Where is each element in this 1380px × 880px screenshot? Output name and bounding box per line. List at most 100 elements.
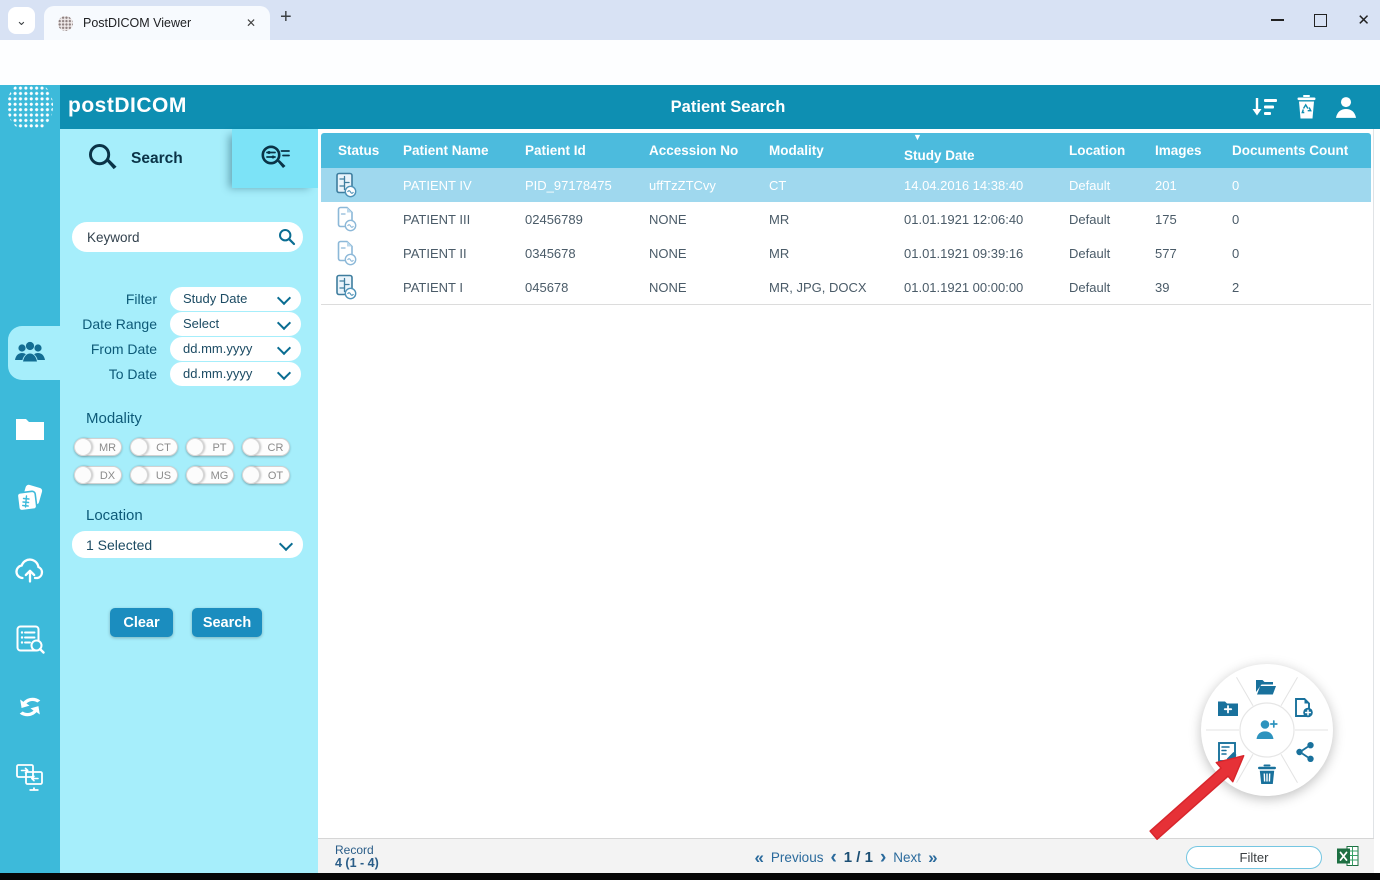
table-footer: Record 4 (1 - 4) « Previous ‹ 1 / 1 › Ne… xyxy=(318,838,1374,874)
modality-toggle-mg[interactable]: MG xyxy=(186,466,234,484)
col-patient-id[interactable]: Patient Id xyxy=(508,143,632,158)
tab-advanced-search[interactable] xyxy=(232,129,318,188)
sidebar-item-worklist[interactable] xyxy=(0,611,60,667)
first-page-icon[interactable]: « xyxy=(754,849,763,866)
col-patient-name[interactable]: Patient Name xyxy=(386,143,508,158)
keyword-input[interactable] xyxy=(72,222,303,252)
clear-button[interactable]: Clear xyxy=(110,608,173,637)
recycle-bin-icon[interactable] xyxy=(1295,95,1318,119)
modality-toggle-cr[interactable]: CR xyxy=(242,438,290,456)
sidebar-item-folders[interactable] xyxy=(0,401,60,457)
chevron-down-icon xyxy=(276,340,292,356)
next-page-button[interactable]: Next xyxy=(893,850,921,865)
toggle-knob xyxy=(242,438,260,456)
share-action-icon[interactable] xyxy=(1296,742,1314,762)
open-folder-action-icon[interactable] xyxy=(1256,680,1276,695)
postdicom-viewer-window: ⌄ PostDICOM Viewer ✕ + ✕ ← → ↻ germany.p… xyxy=(0,0,1380,880)
modality-toggle-ct[interactable]: CT xyxy=(130,438,178,456)
sidebar-item-cloud-upload[interactable] xyxy=(0,541,60,597)
browser-tab[interactable]: PostDICOM Viewer ✕ xyxy=(44,6,270,40)
search-button[interactable]: Search xyxy=(192,608,262,637)
tab-close-icon[interactable]: ✕ xyxy=(242,14,260,32)
filter-select[interactable]: Study Date xyxy=(170,287,301,311)
sidebar-item-sync[interactable] xyxy=(0,679,60,735)
app-logo-text: postDICOM xyxy=(68,94,187,117)
table-header: Status Patient Name Patient Id Accession… xyxy=(321,132,1371,168)
record-label: Record xyxy=(335,843,374,857)
new-tab-button[interactable]: + xyxy=(280,6,292,29)
next-page-icon[interactable]: › xyxy=(880,848,886,867)
browser-toolbar: ← → ↻ germany.postdicom.com/Viewer/Main … xyxy=(0,40,1380,119)
location-label: Location xyxy=(86,507,143,524)
col-accession-no[interactable]: Accession No xyxy=(632,143,752,158)
previous-page-button[interactable]: Previous xyxy=(771,850,824,865)
remote-transfer-icon xyxy=(16,764,43,791)
search-tab-label: Search xyxy=(131,149,183,167)
app-header: postDICOM Patient Search xyxy=(0,80,1380,132)
prev-page-icon[interactable]: ‹ xyxy=(830,848,836,867)
search-tab-icon xyxy=(89,144,117,170)
add-folder-action-icon[interactable] xyxy=(1218,701,1238,717)
record-range: 4 (1 - 4) xyxy=(335,856,379,870)
from-date-select[interactable]: dd.mm.yyyy xyxy=(170,337,301,361)
modality-label: Modality xyxy=(86,410,142,427)
modality-toggle-dx[interactable]: DX xyxy=(74,466,122,484)
toggle-knob xyxy=(130,438,148,456)
edit-report-action-icon[interactable] xyxy=(1218,742,1237,763)
sidebar-item-patients[interactable] xyxy=(0,325,60,381)
advanced-search-icon xyxy=(261,145,290,168)
modality-toggle-us[interactable]: US xyxy=(130,466,178,484)
window-maximize-icon[interactable] xyxy=(1314,13,1328,27)
chevron-down-icon xyxy=(276,290,292,306)
filter-button[interactable]: Filter xyxy=(1186,846,1322,869)
date-range-select[interactable]: Select xyxy=(170,312,301,336)
location-select[interactable]: 1 Selected xyxy=(72,531,303,558)
last-page-icon[interactable]: » xyxy=(928,849,937,866)
table-row[interactable]: PATIENT III 02456789 NONE MR 01.01.1921 … xyxy=(321,202,1371,237)
sidebar-item-images[interactable] xyxy=(0,471,60,527)
excel-export-icon[interactable] xyxy=(1336,844,1360,868)
table-row[interactable]: PATIENT II 0345678 NONE MR 01.01.1921 09… xyxy=(321,236,1371,271)
tab-search-chevron-icon[interactable]: ⌄ xyxy=(8,7,35,34)
table-row[interactable]: PATIENT IV PID_97178475 uffTzZTCvy CT 14… xyxy=(321,168,1371,203)
toggle-knob xyxy=(130,466,148,484)
delete-action-icon[interactable] xyxy=(1258,764,1276,785)
col-study-date[interactable]: ▼ Study Date xyxy=(887,132,1052,163)
col-status[interactable]: Status xyxy=(321,143,386,158)
page-title: Patient Search xyxy=(670,98,786,116)
radial-action-menu xyxy=(1197,660,1337,800)
window-bottom-edge xyxy=(0,873,1380,880)
col-documents-count[interactable]: Documents Count xyxy=(1215,143,1371,158)
to-date-label: To Date xyxy=(108,366,157,382)
date-range-label: Date Range xyxy=(82,316,157,332)
sidebar-item-remote-transfer[interactable] xyxy=(0,749,60,805)
patients-group-icon xyxy=(15,341,45,362)
chevron-down-icon xyxy=(276,315,292,331)
postdicom-favicon-icon xyxy=(58,15,73,31)
window-minimize-icon[interactable] xyxy=(1271,19,1285,21)
from-date-label: From Date xyxy=(90,341,157,357)
cloud-upload-icon xyxy=(15,558,44,583)
col-images[interactable]: Images xyxy=(1138,143,1215,158)
sync-arrows-icon xyxy=(19,697,41,717)
col-modality[interactable]: Modality xyxy=(752,143,887,158)
modality-toggle-pt[interactable]: PT xyxy=(186,438,234,456)
modality-toggle-mr[interactable]: MR xyxy=(74,438,122,456)
toggle-knob xyxy=(186,438,204,456)
modality-toggle-ot[interactable]: OT xyxy=(242,466,290,484)
to-date-select[interactable]: dd.mm.yyyy xyxy=(170,362,301,386)
table-row[interactable]: PATIENT I 045678 NONE MR, JPG, DOCX 01.0… xyxy=(321,270,1371,305)
toggle-knob xyxy=(74,466,92,484)
document-checked-status-icon xyxy=(337,206,357,232)
user-icon[interactable] xyxy=(1334,95,1358,119)
col-location[interactable]: Location xyxy=(1052,143,1138,158)
pagination: « Previous ‹ 1 / 1 › Next » xyxy=(754,839,937,875)
tab-search[interactable]: Search xyxy=(60,129,232,188)
window-close-icon[interactable]: ✕ xyxy=(1357,13,1370,28)
add-document-action-icon[interactable] xyxy=(1295,698,1313,718)
search-panel: Search Filter Study Date Date Range Sele… xyxy=(60,129,318,873)
sort-list-icon[interactable] xyxy=(1252,95,1278,119)
xray-films-icon xyxy=(16,484,43,512)
chevron-down-icon xyxy=(276,365,292,381)
folder-icon xyxy=(16,419,44,440)
